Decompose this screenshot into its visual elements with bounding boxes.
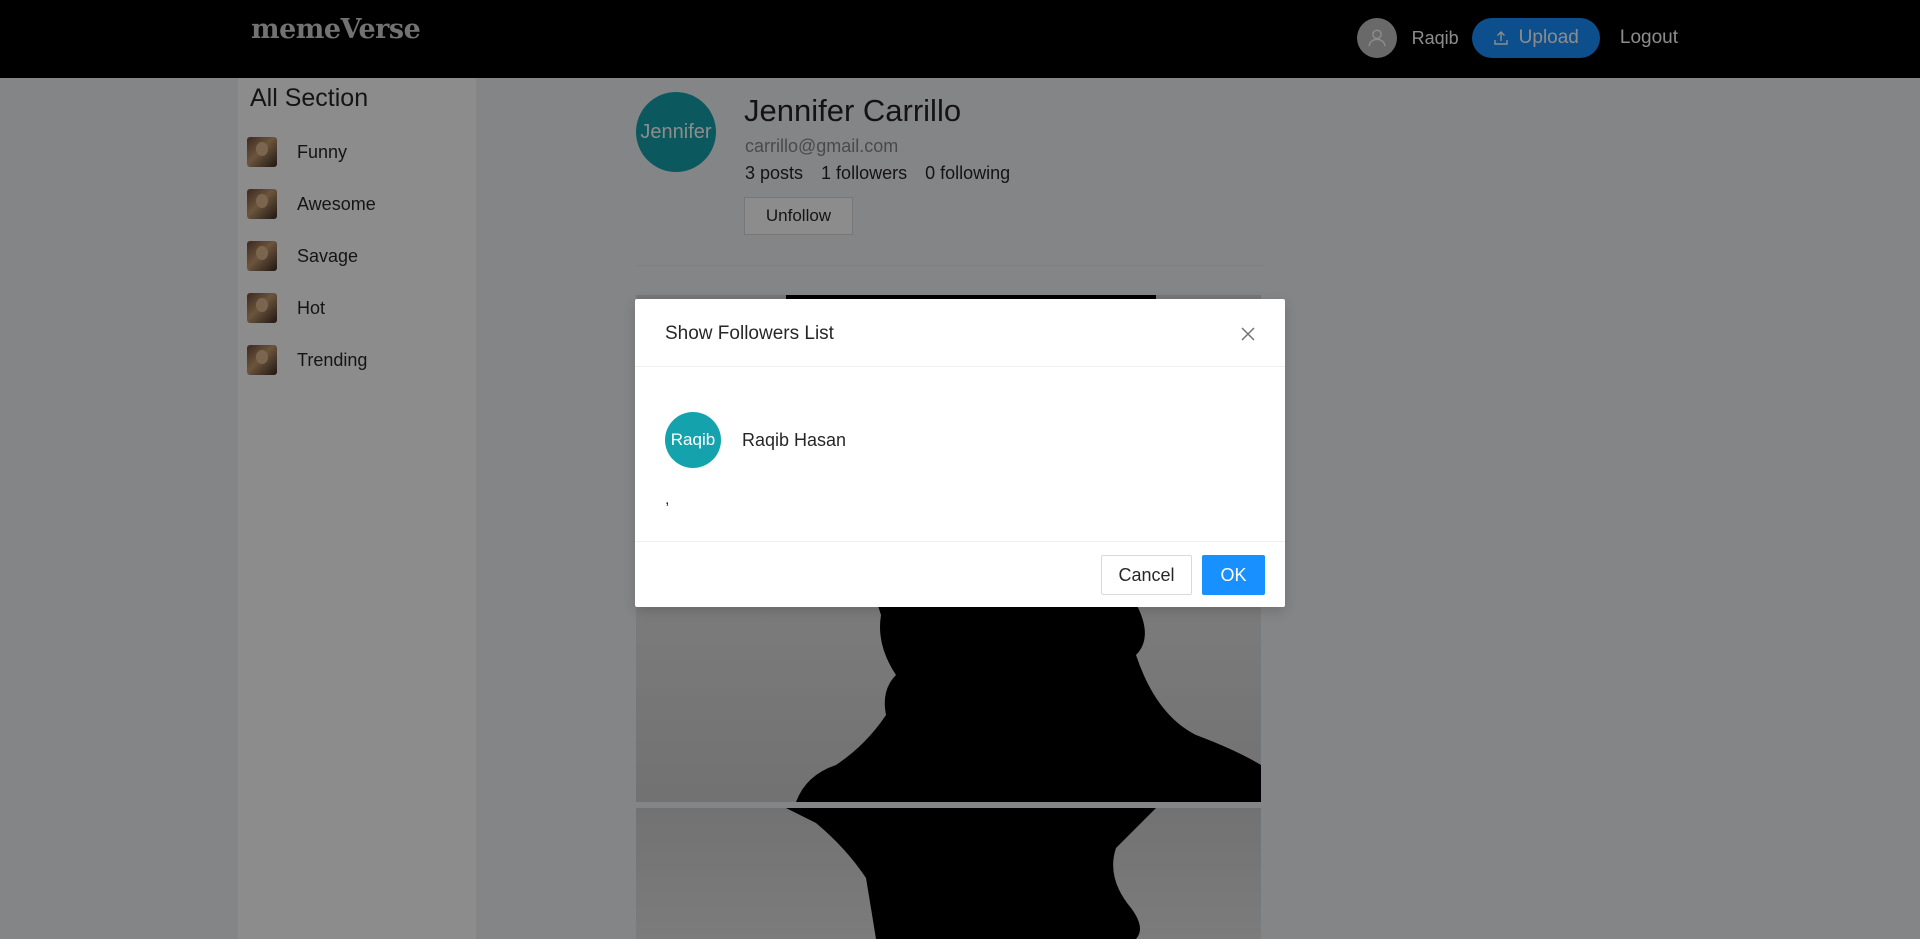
- stray-text: ,: [665, 491, 670, 508]
- list-item[interactable]: Raqib Raqib Hasan: [665, 412, 846, 468]
- followers-modal: Show Followers List Raqib Raqib Hasan , …: [635, 299, 1285, 607]
- follower-name[interactable]: Raqib Hasan: [742, 430, 846, 451]
- ok-button[interactable]: OK: [1202, 555, 1265, 595]
- close-icon[interactable]: [1235, 321, 1261, 347]
- follower-avatar: Raqib: [665, 412, 721, 468]
- modal-header: Show Followers List: [635, 299, 1285, 367]
- modal-title: Show Followers List: [665, 323, 834, 344]
- modal-footer: Cancel OK: [635, 541, 1285, 607]
- cancel-button[interactable]: Cancel: [1101, 555, 1192, 595]
